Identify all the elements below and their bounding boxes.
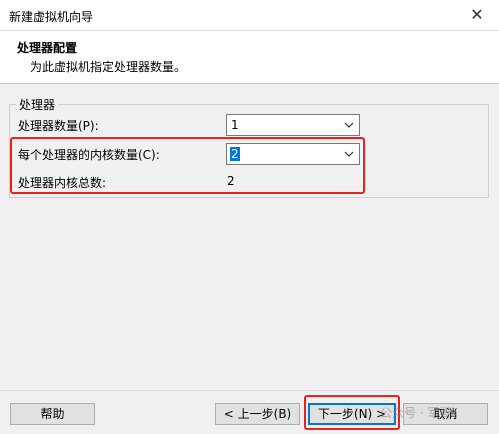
back-button[interactable]: < 上一步(B) — [215, 403, 300, 425]
page-subtitle: 为此虚拟机指定处理器数量。 — [30, 60, 187, 74]
highlight-box — [10, 137, 365, 194]
window-title: 新建虚拟机向导 — [9, 10, 94, 24]
wizard-header: 处理器配置 为此虚拟机指定处理器数量。 — [0, 31, 499, 84]
page-title: 处理器配置 — [17, 41, 78, 55]
chevron-down-icon — [344, 122, 354, 128]
group-legend: 处理器 — [16, 96, 59, 113]
help-button[interactable]: 帮助 — [10, 403, 95, 425]
close-icon[interactable]: ✕ — [461, 2, 493, 28]
watermark-text: 公众号 · 军哥 — [380, 406, 452, 420]
title-bar: 新建虚拟机向导 ✕ — [0, 0, 499, 31]
processor-count-value: 1 — [231, 118, 239, 132]
processor-count-label: 处理器数量(P): — [18, 119, 99, 133]
footer-divider — [0, 390, 499, 391]
processor-count-select[interactable]: 1 — [226, 114, 360, 136]
